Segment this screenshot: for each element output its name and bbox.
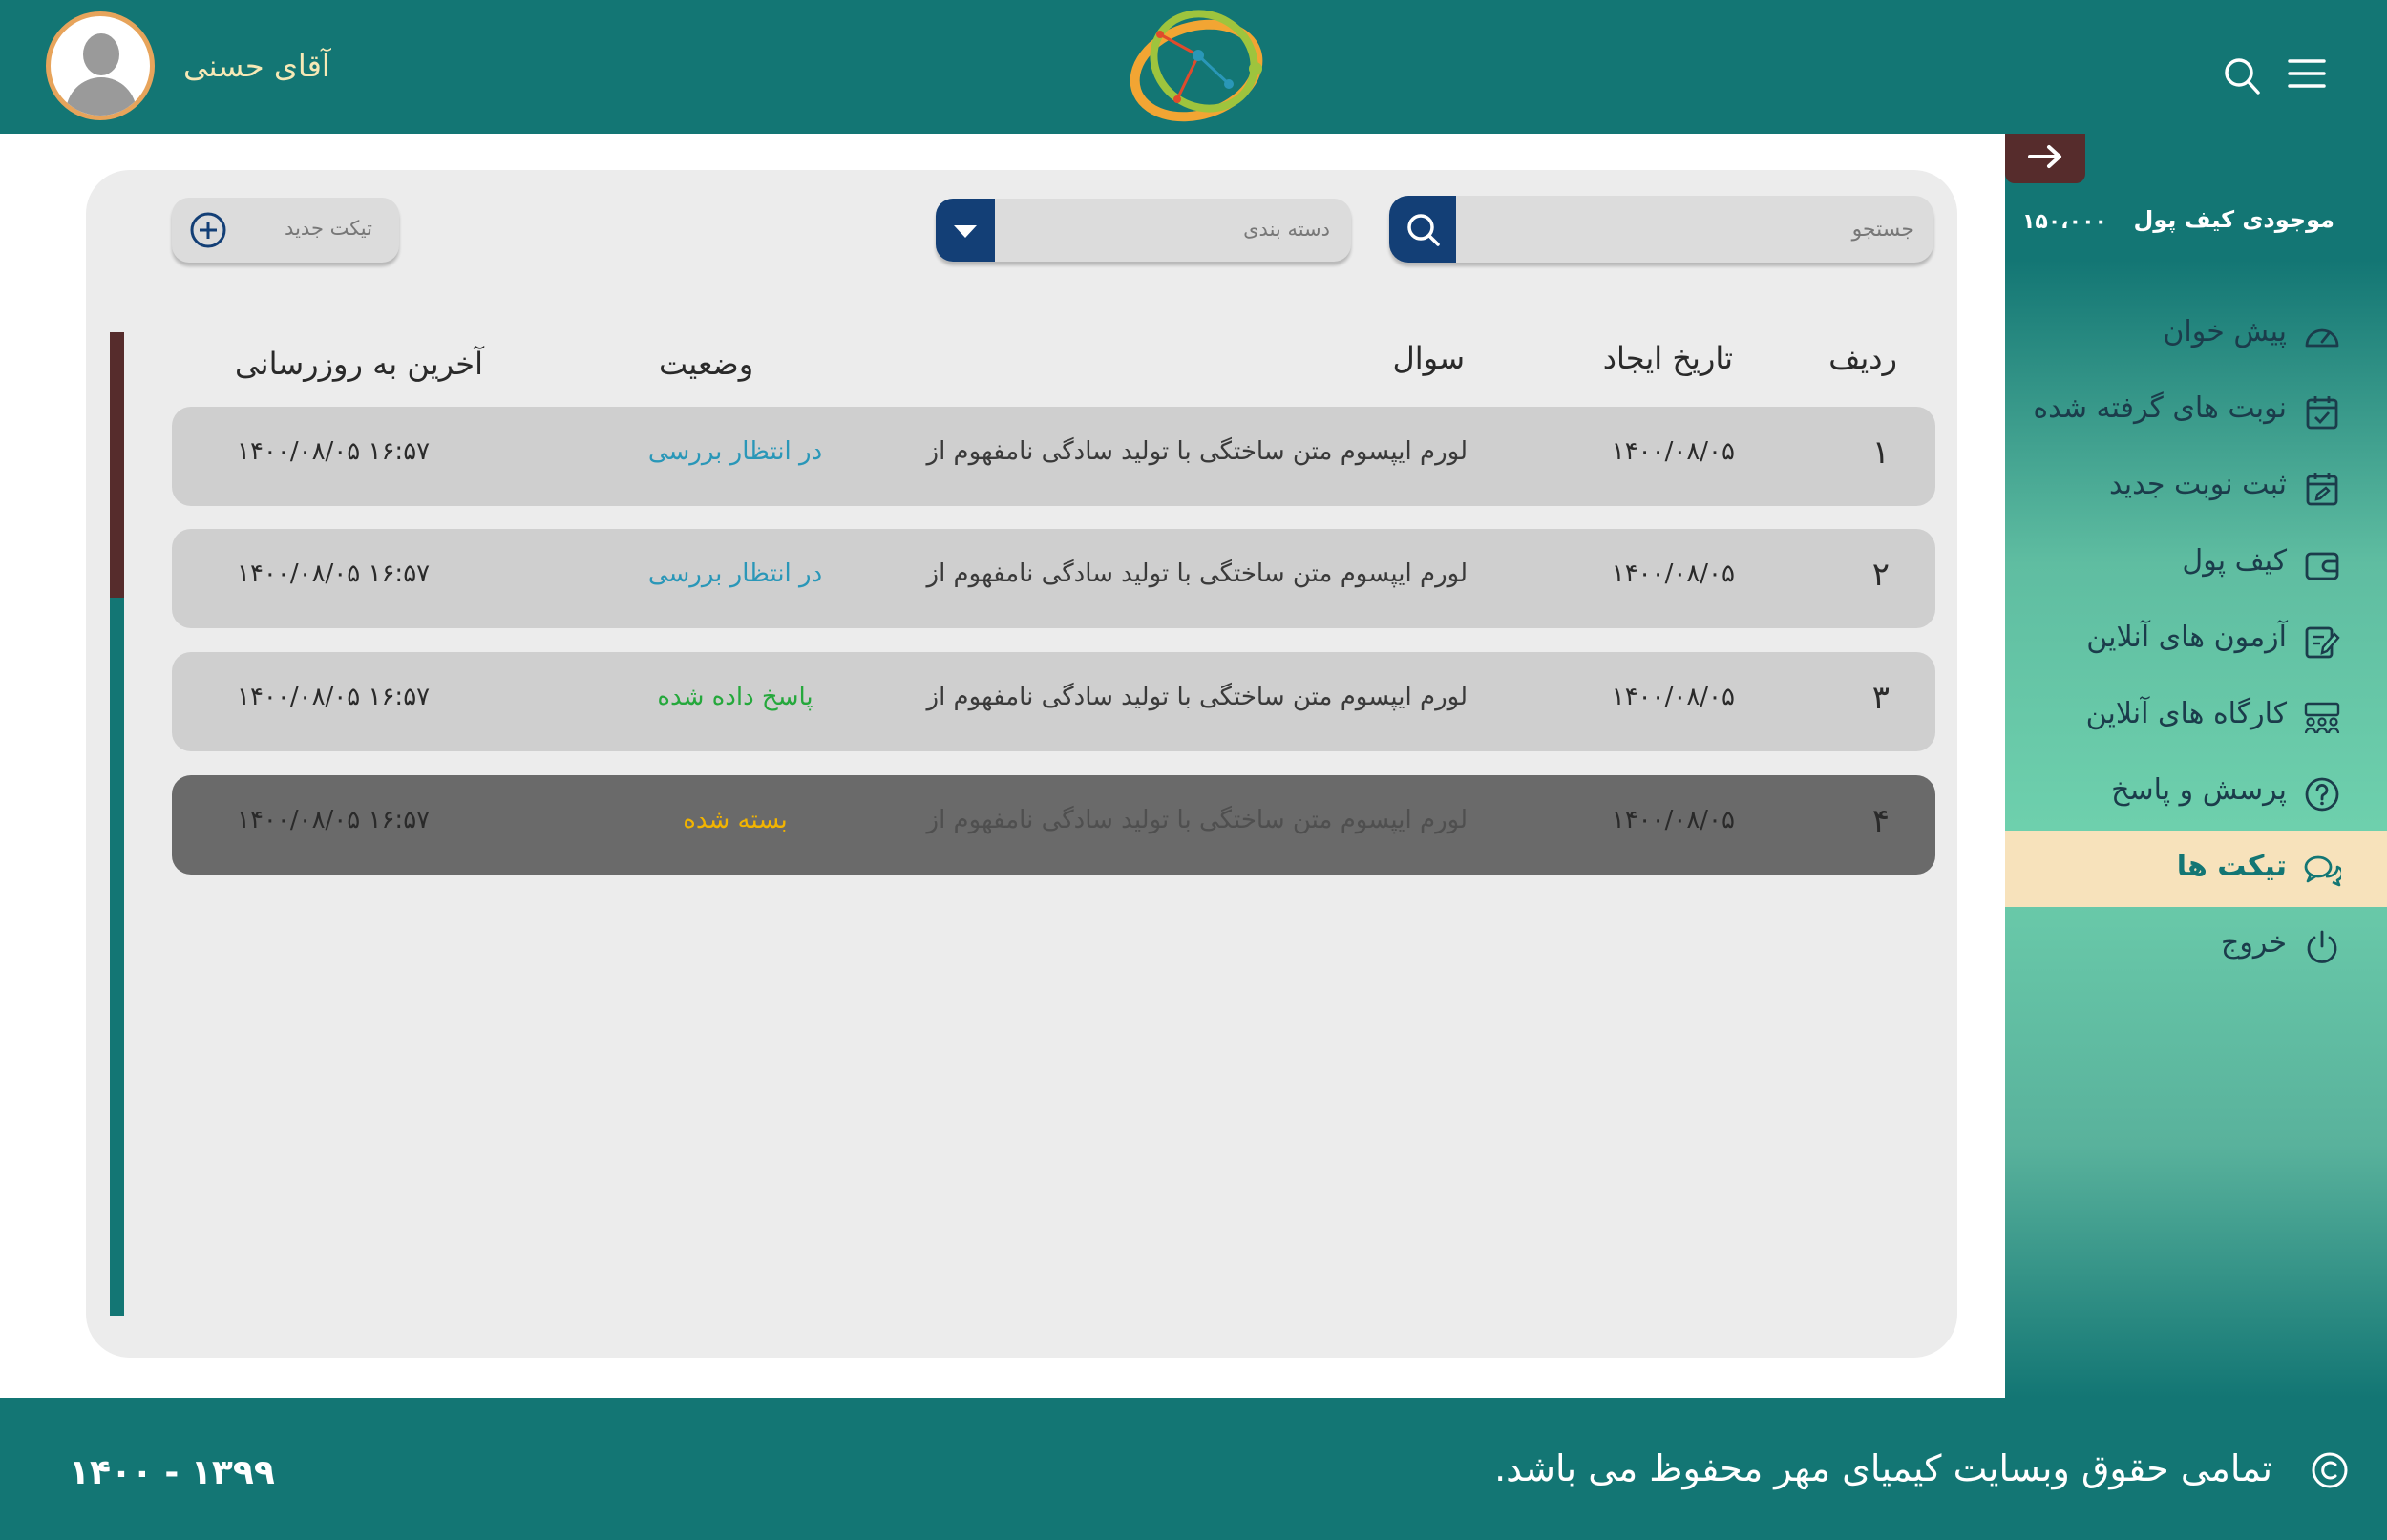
row-question: لورم ایپسوم متن ساختگی با تولید سادگی نا…: [926, 559, 1468, 588]
avatar-head-shape: [83, 33, 119, 75]
table-row[interactable]: ۴ ۱۴۰۰/۰۸/۰۵ لورم ایپسوم متن ساختگی با ت…: [172, 775, 1935, 875]
sidebar-item-label: پرسش و پاسخ: [2111, 773, 2287, 807]
sidebar-item-label: نوبت های گرفته شده: [2033, 391, 2287, 425]
sidebar-collapse-button[interactable]: [2005, 134, 2085, 183]
row-number: ۱: [1871, 433, 1890, 472]
question-circle-icon: [2305, 777, 2339, 812]
plus-circle-icon: [190, 212, 226, 248]
workshop-group-icon: [2304, 702, 2340, 734]
copyright-years: ۱۴۰۰ - ۱۳۹۹: [69, 1453, 275, 1492]
wallet-icon: [2305, 552, 2339, 580]
user-name[interactable]: آقای حسنی: [183, 48, 330, 84]
new-ticket-button[interactable]: تیکت جدید: [172, 198, 399, 263]
column-header-question: سوال: [1392, 340, 1465, 376]
row-updated: ۱۴۰۰/۰۸/۰۵ ۱۶:۵۷: [237, 683, 431, 711]
calendar-check-icon: [2306, 396, 2338, 430]
table-row[interactable]: ۳ ۱۴۰۰/۰۸/۰۵ لورم ایپسوم متن ساختگی با ت…: [172, 652, 1935, 751]
sidebar-item-label: تیکت ها: [2176, 850, 2287, 883]
search-button[interactable]: [1389, 196, 1456, 263]
sidebar-nav: پیش خوان نوبت های گرفته شده ثبت نوبت جدی…: [2005, 296, 2387, 983]
ticket-search-box: [1389, 196, 1933, 263]
power-icon: [2307, 930, 2337, 963]
sidebar-item-label: خروج: [2221, 926, 2287, 960]
sidebar-item-label: کیف پول: [2182, 544, 2287, 578]
sidebar-item-label: پیش خوان: [2163, 315, 2287, 348]
copyright-icon: [2312, 1452, 2348, 1488]
new-ticket-label: تیکت جدید: [285, 217, 372, 240]
arrow-right-icon: [2028, 145, 2061, 168]
footer: تمامی حقوق وبسایت کیمیای مهر محفوظ می با…: [0, 1398, 2387, 1540]
row-updated: ۱۴۰۰/۰۸/۰۵ ۱۶:۵۷: [237, 806, 431, 834]
table-row[interactable]: ۲ ۱۴۰۰/۰۸/۰۵ لورم ایپسوم متن ساختگی با ت…: [172, 529, 1935, 628]
sidebar-item-tickets[interactable]: تیکت ها: [2005, 831, 2387, 907]
sidebar-item-logout[interactable]: خروج: [2005, 907, 2387, 983]
status-badge: بسته شده: [683, 806, 788, 834]
dashboard-gauge-icon: [2305, 328, 2339, 348]
sidebar-item-dashboard[interactable]: پیش خوان: [2005, 296, 2387, 372]
wallet-balance-label: موجودی کیف پول: [2133, 206, 2335, 233]
row-number: ۲: [1871, 556, 1890, 594]
scrollbar-track[interactable]: [110, 598, 124, 1316]
sidebar: موجودی کیف پول ۱۵۰،۰۰۰ پیش خوان نوبت های…: [2005, 134, 2387, 1398]
avatar-body-shape: [66, 77, 137, 116]
chat-bubbles-icon: [2304, 855, 2341, 887]
avatar[interactable]: [46, 11, 155, 120]
sidebar-item-label: ثبت نوبت جدید: [2109, 468, 2287, 501]
chevron-down-icon: [954, 225, 977, 238]
column-header-updated: آخرین به روزرسانی: [235, 346, 483, 382]
category-dropdown-button[interactable]: [936, 199, 995, 262]
column-header-status: وضعیت: [659, 346, 754, 382]
category-select[interactable]: دسته بندی: [936, 199, 1351, 262]
sidebar-item-booked-appointments[interactable]: نوبت های گرفته شده: [2005, 372, 2387, 449]
sidebar-item-online-exams[interactable]: آزمون های آنلاین: [2005, 601, 2387, 678]
status-badge: در انتظار بررسی: [647, 437, 823, 466]
sidebar-item-online-workshops[interactable]: کارگاه های آنلاین: [2005, 678, 2387, 754]
row-question: لورم ایپسوم متن ساختگی با تولید سادگی نا…: [926, 437, 1468, 466]
copyright-text: تمامی حقوق وبسایت کیمیای مهر محفوظ می با…: [1494, 1447, 2272, 1489]
row-updated: ۱۴۰۰/۰۸/۰۵ ۱۶:۵۷: [237, 437, 431, 466]
sidebar-item-questions-answers[interactable]: پرسش و پاسخ: [2005, 754, 2387, 831]
row-number: ۴: [1871, 802, 1890, 840]
site-logo[interactable]: [1122, 8, 1275, 130]
row-question: لورم ایپسوم متن ساختگی با تولید سادگی نا…: [926, 806, 1468, 834]
column-header-created: تاریخ ایجاد: [1602, 340, 1733, 376]
status-badge: در انتظار بررسی: [647, 559, 823, 588]
status-badge: پاسخ داده شده: [657, 683, 813, 711]
category-select-label: دسته بندی: [1243, 218, 1330, 241]
calendar-edit-icon: [2306, 473, 2338, 506]
hamburger-menu-icon[interactable]: [2288, 57, 2326, 90]
row-updated: ۱۴۰۰/۰۸/۰۵ ۱۶:۵۷: [237, 559, 431, 588]
top-header: آقای حسنی: [0, 0, 2387, 134]
search-input[interactable]: [1466, 205, 1914, 253]
row-created-date: ۱۴۰۰/۰۸/۰۵: [1611, 806, 1735, 834]
row-created-date: ۱۴۰۰/۰۸/۰۵: [1611, 559, 1735, 588]
sidebar-item-label: آزمون های آنلاین: [2086, 621, 2287, 654]
row-created-date: ۱۴۰۰/۰۸/۰۵: [1611, 683, 1735, 711]
row-created-date: ۱۴۰۰/۰۸/۰۵: [1611, 437, 1735, 466]
sidebar-item-label: کارگاه های آنلاین: [2085, 697, 2287, 730]
sidebar-item-new-appointment[interactable]: ثبت نوبت جدید: [2005, 449, 2387, 525]
exam-edit-icon: [2305, 626, 2340, 659]
column-header-row: ردیف: [1828, 340, 1897, 376]
table-row[interactable]: ۱ ۱۴۰۰/۰۸/۰۵ لورم ایپسوم متن ساختگی با ت…: [172, 407, 1935, 506]
search-icon[interactable]: [2223, 55, 2261, 97]
row-number: ۳: [1871, 679, 1890, 717]
search-icon: [1407, 214, 1440, 246]
wallet-balance-value: ۱۵۰،۰۰۰: [2022, 210, 2107, 234]
sidebar-item-wallet[interactable]: کیف پول: [2005, 525, 2387, 601]
scrollbar-thumb[interactable]: [110, 332, 124, 598]
row-question: لورم ایپسوم متن ساختگی با تولید سادگی نا…: [926, 683, 1468, 711]
